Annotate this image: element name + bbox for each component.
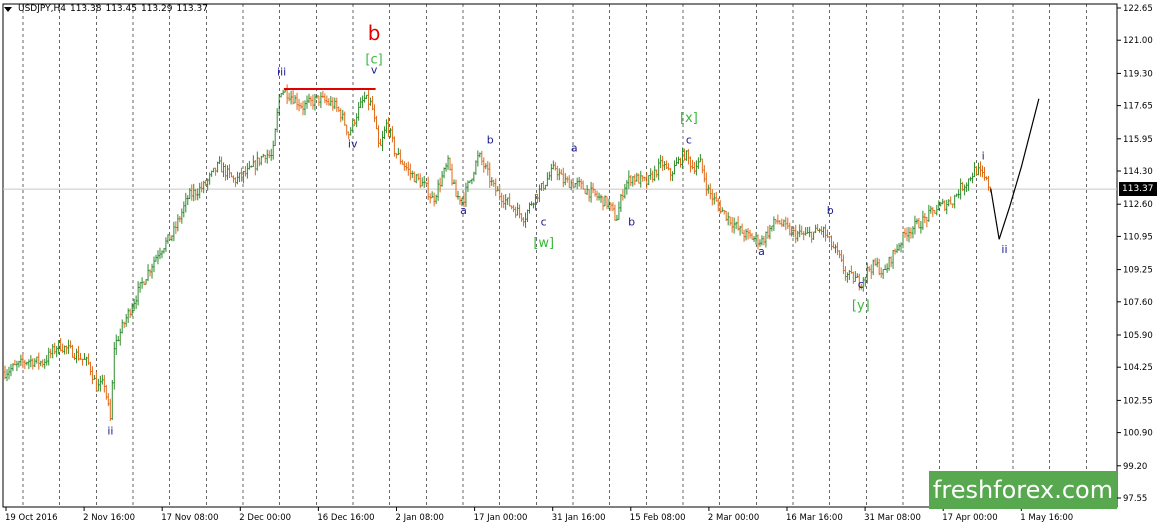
wave-label: a <box>758 245 765 258</box>
x-tick-label: 17 Apr 00:00 <box>942 513 997 523</box>
wave-label: b <box>487 134 494 147</box>
y-tick-label: 119.30 <box>1123 69 1153 79</box>
wave-label: iii <box>277 65 286 78</box>
x-tick-label: 16 Dec 16:00 <box>317 513 374 523</box>
y-tick-label: 112.60 <box>1123 200 1153 210</box>
y-tick-label: 97.55 <box>1123 494 1147 504</box>
wave-label: c <box>858 278 864 291</box>
y-tick-label: 121.00 <box>1123 36 1153 46</box>
wave-label: [x] <box>680 111 698 126</box>
close-price: 113.37 <box>176 4 208 14</box>
x-tick-label: 17 Nov 08:00 <box>161 513 218 523</box>
x-tick-label: 17 Jan 00:00 <box>474 513 528 523</box>
low-price: 113.29 <box>140 4 173 14</box>
chart: 19 Oct 2016 2 Nov 16:00 17 Nov 08:00 2 Dec … <box>0 0 1157 527</box>
y-tick-label: 104.25 <box>1123 363 1153 373</box>
x-tick-label: 15 Feb 08:00 <box>630 513 686 523</box>
projection-line <box>990 98 1040 240</box>
x-tick-label: 2 Jan 08:00 <box>396 513 444 523</box>
chart-canvas: 19 Oct 2016 2 Nov 16:00 17 Nov 08:00 2 Dec … <box>2 3 1153 523</box>
open-price: 113.38 <box>69 4 102 14</box>
x-tick-label: 1 May 16:00 <box>1020 513 1073 523</box>
wave-label: a <box>571 141 578 154</box>
wave-label: [c] <box>365 53 382 68</box>
y-tick-label: 110.95 <box>1123 232 1153 242</box>
x-tick-label: 2 Mar 00:00 <box>708 513 759 523</box>
x-tick-label: 2 Nov 16:00 <box>83 513 135 523</box>
wave-label: c <box>541 216 547 229</box>
y-tick-label: 107.60 <box>1123 298 1153 308</box>
chevron-down-icon[interactable] <box>4 6 12 12</box>
wave-label: ii <box>107 425 113 438</box>
x-tick-label: 16 Mar 16:00 <box>786 513 843 523</box>
x-tick-label: 2 Dec 00:00 <box>239 513 291 523</box>
wave-label: [y] <box>852 299 870 314</box>
x-tick-label: 31 Mar 08:00 <box>864 513 921 523</box>
wave-label: a <box>460 204 467 217</box>
y-tick-label: 105.90 <box>1123 331 1153 341</box>
y-tick-label: 109.25 <box>1123 266 1153 276</box>
y-tick-label: 102.55 <box>1123 396 1153 406</box>
plot-frame <box>2 3 1118 508</box>
y-tick-label: 117.65 <box>1123 102 1153 112</box>
wave-label: ii <box>1001 243 1007 256</box>
x-tick-label: 19 Oct 2016 <box>5 513 58 523</box>
wave-label: b <box>368 21 381 45</box>
symbol-name: USDJPY,H4 <box>18 4 66 14</box>
y-tick-label: 100.90 <box>1123 429 1153 439</box>
high-price: 113.45 <box>105 4 137 14</box>
y-tick-label: 122.65 <box>1123 4 1153 14</box>
y-tick-label: 115.95 <box>1123 135 1153 145</box>
y-tick-label: 99.20 <box>1123 462 1147 472</box>
wave-label: i <box>982 149 985 162</box>
wave-label: b <box>628 216 635 229</box>
x-tick-label: 31 Jan 16:00 <box>552 513 606 523</box>
wave-label: b <box>827 204 834 217</box>
wave-label: c <box>686 134 692 147</box>
wave-label: [w] <box>533 236 554 251</box>
wave-label: iv <box>348 138 358 151</box>
y-tick-label: 114.30 <box>1123 167 1153 177</box>
symbol-header[interactable]: USDJPY,H4 113.38 113.45 113.29 113.37 <box>4 4 208 14</box>
watermark-logo: freshforex.com <box>929 471 1117 509</box>
current-price-tag: 113.37 <box>1119 182 1157 197</box>
